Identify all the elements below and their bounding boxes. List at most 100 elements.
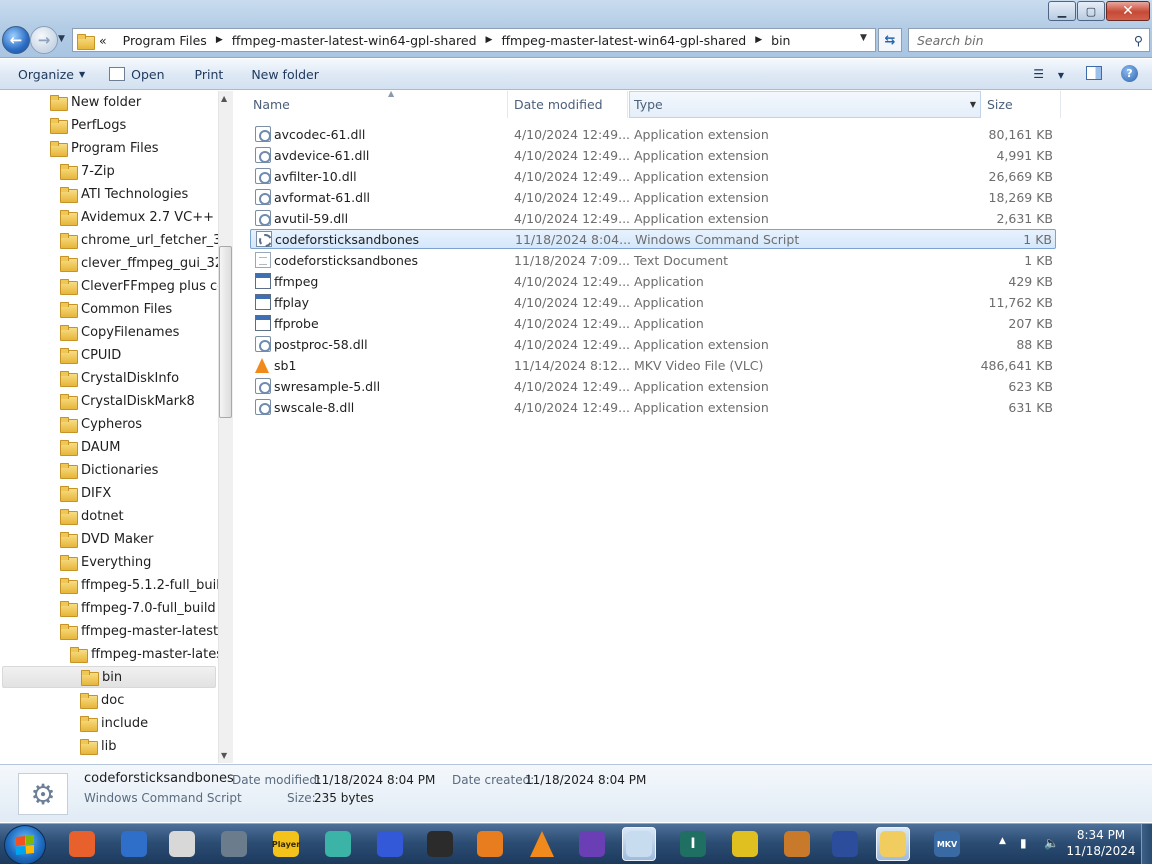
breadcrumb-program-files[interactable]: Program Files	[123, 33, 207, 48]
file-row[interactable]: avfilter-10.dll 4/10/2024 12:49... Applica…	[250, 166, 1056, 186]
back-button[interactable]: ←	[2, 26, 30, 54]
volume-icon[interactable]: 🔈	[1044, 836, 1059, 850]
taskbar-button[interactable]	[876, 827, 910, 861]
address-bar[interactable]: « Program Files ▶ ffmpeg-master-latest-w…	[72, 28, 876, 52]
tree-item[interactable]: Everything	[60, 551, 151, 573]
file-row[interactable]: sb1 11/14/2024 8:12... MKV Video File (VLC…	[250, 355, 1056, 375]
scroll-up-icon[interactable]: ▲	[221, 94, 227, 103]
tree-item[interactable]: dotnet	[60, 505, 124, 527]
maximize-button[interactable]: ▢	[1077, 1, 1105, 21]
column-filter-dropdown-icon[interactable]: ▼	[970, 100, 976, 109]
taskbar-button[interactable]	[780, 827, 814, 861]
breadcrumb-ffmpeg-master-1[interactable]: ffmpeg-master-latest-win64-gpl-shared	[232, 33, 477, 48]
tree-item[interactable]: CrystalDiskInfo	[60, 367, 179, 389]
tree-item[interactable]: ffmpeg-5.1.2-full_build	[60, 574, 218, 596]
address-overflow-chevron[interactable]: «	[99, 33, 107, 48]
refresh-button[interactable]: ⇆	[878, 28, 902, 52]
tree-item[interactable]: clever_ffmpeg_gui_325	[60, 252, 218, 274]
file-row[interactable]: codeforsticksandbones 11/18/2024 7:09... T…	[250, 250, 1056, 270]
breadcrumb-bin[interactable]: bin	[771, 33, 790, 48]
tree-item[interactable]: CrystalDiskMark8	[60, 390, 195, 412]
tree-item[interactable]: New folder	[50, 91, 141, 113]
file-row[interactable]: avcodec-61.dll 4/10/2024 12:49... Applicat…	[250, 124, 1056, 144]
column-header-size[interactable]: Size	[983, 91, 1061, 118]
clock[interactable]: 8:34 PM 11/18/2024	[1064, 827, 1138, 859]
print-button[interactable]: Print	[195, 67, 224, 82]
file-row[interactable]: avformat-61.dll 4/10/2024 12:49... Applica…	[250, 187, 1056, 207]
taskbar-button[interactable]	[828, 827, 862, 861]
close-button[interactable]: ✕	[1106, 1, 1150, 21]
tree-item[interactable]: CPUID	[60, 344, 121, 366]
taskbar-button[interactable]	[165, 827, 199, 861]
breadcrumb-separator-icon[interactable]: ▶	[216, 35, 223, 45]
file-row[interactable]: ffmpeg 4/10/2024 12:49... Application 429 K…	[250, 271, 1056, 291]
open-button[interactable]: Open	[109, 67, 165, 82]
scroll-down-icon[interactable]: ▼	[221, 751, 227, 760]
forward-button[interactable]: →	[30, 26, 58, 54]
show-desktop-button[interactable]	[1141, 824, 1152, 864]
taskbar-button[interactable]	[217, 827, 251, 861]
tree-item[interactable]: Dictionaries	[60, 459, 158, 481]
taskbar-button[interactable]	[117, 827, 151, 861]
navigation-scrollbar[interactable]	[218, 91, 233, 763]
file-row[interactable]: ffplay 4/10/2024 12:49... Application 11,76…	[250, 292, 1056, 312]
navigation-scrollbar-thumb[interactable]	[219, 246, 232, 418]
taskbar-button[interactable]	[321, 827, 355, 861]
tree-item[interactable]: chrome_url_fetcher_3908	[60, 229, 218, 251]
tree-item[interactable]: DAUM	[60, 436, 120, 458]
tree-item[interactable]: Program Files	[50, 137, 159, 159]
tree-item[interactable]: 7-Zip	[60, 160, 115, 182]
network-icon[interactable]: ▮	[1020, 836, 1027, 850]
taskbar-button[interactable]	[373, 827, 407, 861]
taskbar-button[interactable]	[65, 827, 99, 861]
address-dropdown-icon[interactable]: ▼	[860, 33, 867, 43]
preview-pane-button[interactable]	[1086, 66, 1102, 80]
tree-item[interactable]: bin	[2, 666, 216, 688]
tree-item[interactable]: lib	[80, 735, 116, 757]
new-folder-button[interactable]: New folder	[251, 67, 319, 82]
taskbar-button[interactable]: MKV	[930, 827, 964, 861]
column-header-date[interactable]: Date modified	[510, 91, 628, 118]
tree-item[interactable]: Common Files	[60, 298, 172, 320]
help-button[interactable]: ?	[1121, 65, 1138, 82]
search-input[interactable]: Search bin	[917, 33, 984, 48]
tree-item[interactable]: ATI Technologies	[60, 183, 188, 205]
tree-item[interactable]: Cypheros	[60, 413, 142, 435]
file-row[interactable]: postproc-58.dll 4/10/2024 12:49... Applica…	[250, 334, 1056, 354]
taskbar-button[interactable]	[622, 827, 656, 861]
tree-item[interactable]: include	[80, 712, 148, 734]
search-box[interactable]: Search bin ⚲	[908, 28, 1150, 52]
tree-item[interactable]: Avidemux 2.7 VC++ 64bits	[60, 206, 218, 228]
taskbar-button[interactable]: Player	[269, 827, 303, 861]
file-row[interactable]: ffprobe 4/10/2024 12:49... Application 207 …	[250, 313, 1056, 333]
tree-item[interactable]: DVD Maker	[60, 528, 153, 550]
tree-item[interactable]: CleverFFmpeg plus converter	[60, 275, 218, 297]
recent-pages-dropdown[interactable]: ▼	[58, 34, 65, 44]
tree-item[interactable]: doc	[80, 689, 124, 711]
breadcrumb-separator-icon[interactable]: ▶	[486, 35, 493, 45]
organize-button[interactable]: Organize ▼	[18, 67, 85, 82]
file-row[interactable]: avutil-59.dll 4/10/2024 12:49... Applicati…	[250, 208, 1056, 228]
taskbar-button[interactable]	[525, 827, 559, 861]
file-row[interactable]: codeforsticksandbones 11/18/2024 8:04... W…	[250, 229, 1056, 249]
taskbar-button[interactable]: I	[676, 827, 710, 861]
file-row[interactable]: avdevice-61.dll 4/10/2024 12:49... Applica…	[250, 145, 1056, 165]
taskbar-button[interactable]	[473, 827, 507, 861]
taskbar-button[interactable]	[423, 827, 457, 861]
tree-item[interactable]: CopyFilenames	[60, 321, 179, 343]
file-row[interactable]: swresample-5.dll 4/10/2024 12:49... Applic…	[250, 376, 1056, 396]
taskbar-button[interactable]	[575, 827, 609, 861]
minimize-button[interactable]: ▁	[1048, 1, 1076, 21]
tree-item[interactable]: ffmpeg-master-latest-win64-gpl-shared	[70, 643, 218, 665]
start-button[interactable]	[4, 825, 46, 864]
tree-item[interactable]: PerfLogs	[50, 114, 126, 136]
breadcrumb-ffmpeg-master-2[interactable]: ffmpeg-master-latest-win64-gpl-shared	[501, 33, 746, 48]
show-hidden-icons-button[interactable]: ▲	[999, 836, 1006, 846]
tree-item[interactable]: ffmpeg-7.0-full_build	[60, 597, 216, 619]
breadcrumb-separator-icon[interactable]: ▶	[755, 35, 762, 45]
taskbar-button[interactable]	[728, 827, 762, 861]
file-row[interactable]: swscale-8.dll 4/10/2024 12:49... Applicati…	[250, 397, 1056, 417]
column-header-type[interactable]: Type ▼	[629, 91, 981, 118]
tree-item[interactable]: DIFX	[60, 482, 111, 504]
search-icon[interactable]: ⚲	[1134, 33, 1143, 48]
